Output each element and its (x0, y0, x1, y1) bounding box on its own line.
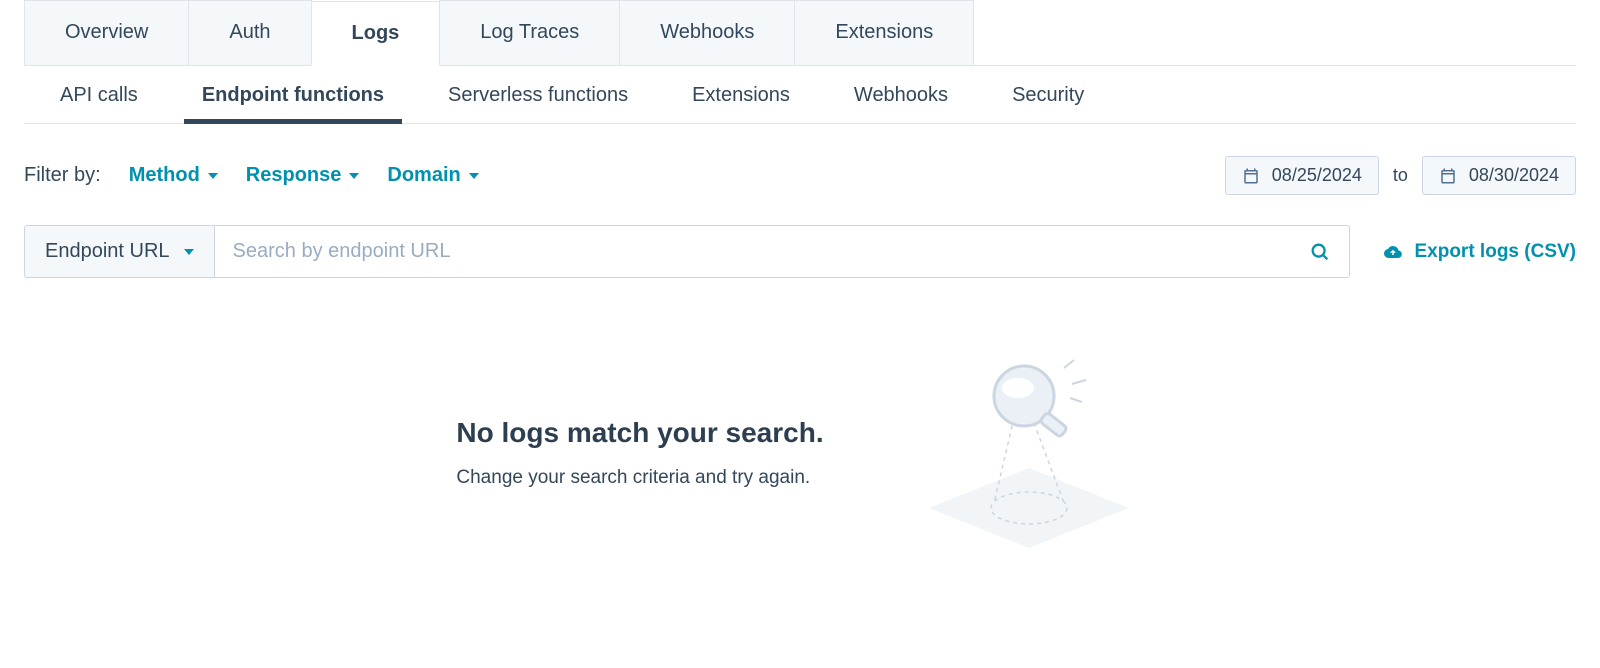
filter-bar: Filter by: Method Response Domain 08/25/… (24, 124, 1576, 207)
tab-overview[interactable]: Overview (24, 0, 189, 65)
search-type-label: Endpoint URL (45, 240, 170, 263)
date-from-input[interactable]: 08/25/2024 (1225, 156, 1379, 195)
subtab-security[interactable]: Security (1012, 84, 1084, 123)
filter-method-dropdown[interactable]: Method (129, 164, 218, 187)
search-type-dropdown[interactable]: Endpoint URL (24, 225, 215, 278)
filter-domain-dropdown[interactable]: Domain (387, 164, 478, 187)
empty-state-title: No logs match your search. (456, 417, 823, 449)
export-logs-link[interactable]: Export logs (CSV) (1382, 241, 1576, 263)
caret-down-icon (469, 173, 479, 179)
caret-down-icon (184, 249, 194, 255)
cloud-download-icon (1382, 243, 1404, 261)
calendar-icon (1242, 167, 1260, 185)
caret-down-icon (349, 173, 359, 179)
date-to-label: to (1393, 165, 1408, 186)
empty-state-illustration (914, 348, 1144, 558)
date-range: 08/25/2024 to 08/30/2024 (1225, 156, 1576, 195)
caret-down-icon (208, 173, 218, 179)
subtab-serverless-functions[interactable]: Serverless functions (448, 84, 628, 123)
subtab-extensions[interactable]: Extensions (692, 84, 790, 123)
tab-log-traces[interactable]: Log Traces (439, 0, 620, 65)
date-to-value: 08/30/2024 (1469, 165, 1559, 186)
magnifier-icon (994, 360, 1086, 437)
date-to-input[interactable]: 08/30/2024 (1422, 156, 1576, 195)
filter-method-label: Method (129, 164, 200, 187)
secondary-tab-bar: API calls Endpoint functions Serverless … (24, 66, 1576, 124)
primary-tab-bar: Overview Auth Logs Log Traces Webhooks E… (24, 0, 1576, 66)
tab-extensions[interactable]: Extensions (794, 0, 974, 65)
tab-auth[interactable]: Auth (188, 0, 311, 65)
filter-domain-label: Domain (387, 164, 460, 187)
calendar-icon (1439, 167, 1457, 185)
filter-response-label: Response (246, 164, 342, 187)
filter-response-dropdown[interactable]: Response (246, 164, 360, 187)
search-input[interactable] (233, 226, 1310, 277)
subtab-endpoint-functions[interactable]: Endpoint functions (202, 84, 384, 123)
filter-by-label: Filter by: (24, 164, 101, 187)
subtab-webhooks[interactable]: Webhooks (854, 84, 948, 123)
search-row: Endpoint URL Export logs (CSV) (24, 225, 1576, 278)
export-logs-label: Export logs (CSV) (1414, 241, 1576, 263)
date-from-value: 08/25/2024 (1272, 165, 1362, 186)
search-icon[interactable] (1309, 241, 1331, 263)
tab-logs[interactable]: Logs (311, 1, 441, 66)
subtab-api-calls[interactable]: API calls (60, 84, 138, 123)
search-box (215, 225, 1351, 278)
empty-state: No logs match your search. Change your s… (24, 348, 1576, 558)
empty-state-subtitle: Change your search criteria and try agai… (456, 467, 823, 489)
tab-webhooks[interactable]: Webhooks (619, 0, 795, 65)
